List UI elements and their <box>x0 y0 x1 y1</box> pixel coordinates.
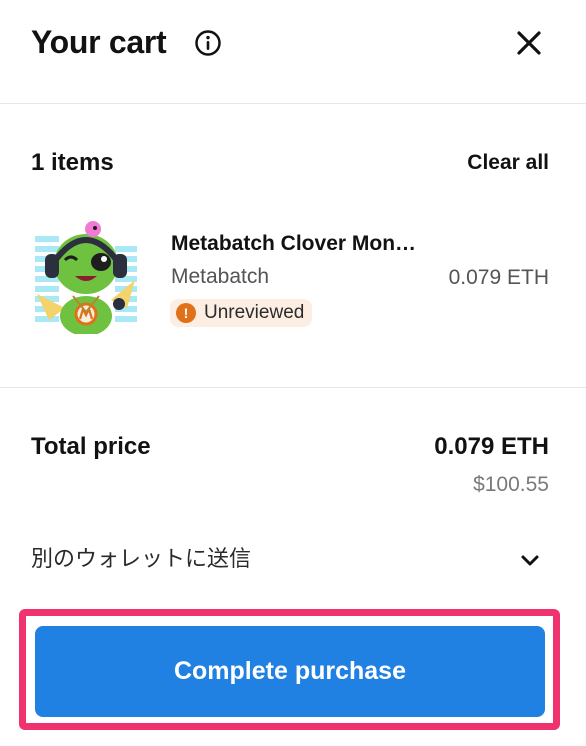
chevron-down-icon[interactable] <box>518 549 542 573</box>
info-circle-icon[interactable] <box>194 29 222 57</box>
total-price-eth: 0.079 ETH <box>434 433 549 460</box>
items-count: 1 items <box>31 149 114 176</box>
nft-thumbnail <box>31 216 141 334</box>
total-price-usd: $100.55 <box>473 473 549 496</box>
cart-header: Your cart <box>0 0 586 104</box>
send-to-other-wallet-toggle[interactable]: 別のウォレットに送信 <box>0 536 586 584</box>
badge-label: Unreviewed <box>204 302 305 323</box>
item-name[interactable]: Metabatch Clover Monster <box>171 230 419 258</box>
item-collection[interactable]: Metabatch <box>171 263 269 291</box>
close-icon[interactable] <box>514 28 544 58</box>
divider <box>0 387 586 388</box>
send-to-other-wallet-label: 別のウォレットに送信 <box>31 547 252 572</box>
clear-all-button[interactable]: Clear all <box>467 149 549 177</box>
complete-purchase-button[interactable]: Complete purchase <box>35 626 545 717</box>
unreviewed-badge: ! Unreviewed <box>170 299 313 327</box>
exclamation-icon: ! <box>176 303 196 323</box>
cart-title: Your cart <box>31 24 167 60</box>
item-price: 0.079 ETH <box>448 266 549 289</box>
total-price-label: Total price <box>31 433 151 460</box>
